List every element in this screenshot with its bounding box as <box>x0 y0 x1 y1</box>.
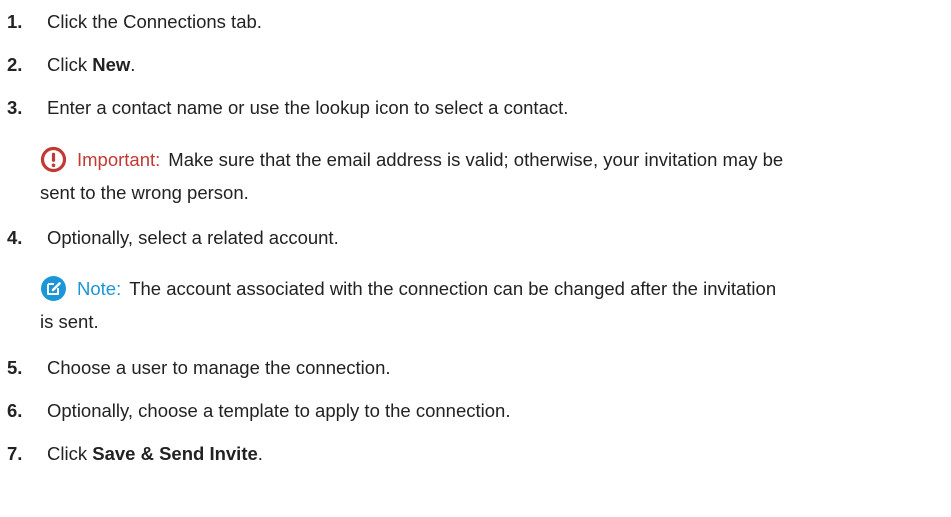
step-4: 4. Optionally, select a related account. <box>7 225 339 251</box>
important-text-line2: sent to the wrong person. <box>40 182 249 203</box>
step-text: Optionally, choose a template to apply t… <box>47 400 511 421</box>
step-text: Click New. <box>47 54 136 75</box>
step-3: 3. Enter a contact name or use the looku… <box>7 95 568 121</box>
step-6: 6. Optionally, choose a template to appl… <box>7 398 510 424</box>
step-text: Choose a user to manage the connection. <box>47 357 391 378</box>
note-text-line1: The account associated with the connecti… <box>129 278 777 299</box>
note-callout: Note: The account associated with the co… <box>40 272 951 338</box>
edit-note-icon <box>40 275 67 302</box>
step-7: 7. Click Save & Send Invite. <box>7 441 263 467</box>
step-text: Enter a contact name or use the lookup i… <box>47 97 569 118</box>
step-2: 2. Click New. <box>7 52 135 78</box>
step-number: 6. <box>7 400 23 421</box>
important-label: Important: <box>77 149 161 170</box>
step-text: Optionally, select a related account. <box>47 227 339 248</box>
step-text: Click the Connections tab. <box>47 11 262 32</box>
important-callout: Important: Make sure that the email addr… <box>40 143 951 209</box>
step-number: 7. <box>7 443 23 464</box>
step-number: 3. <box>7 97 23 118</box>
step-1: 1. Click the Connections tab. <box>7 9 262 35</box>
exclamation-circle-icon <box>40 146 67 173</box>
note-label: Note: <box>77 278 122 299</box>
step-number: 2. <box>7 54 23 75</box>
step-number: 5. <box>7 357 23 378</box>
step-number: 1. <box>7 11 23 32</box>
note-text-line2: is sent. <box>40 311 99 332</box>
step-5: 5. Choose a user to manage the connectio… <box>7 355 391 381</box>
step-text: Click Save & Send Invite. <box>47 443 263 464</box>
important-text-line1: Make sure that the email address is vali… <box>168 149 784 170</box>
step-number: 4. <box>7 227 23 248</box>
